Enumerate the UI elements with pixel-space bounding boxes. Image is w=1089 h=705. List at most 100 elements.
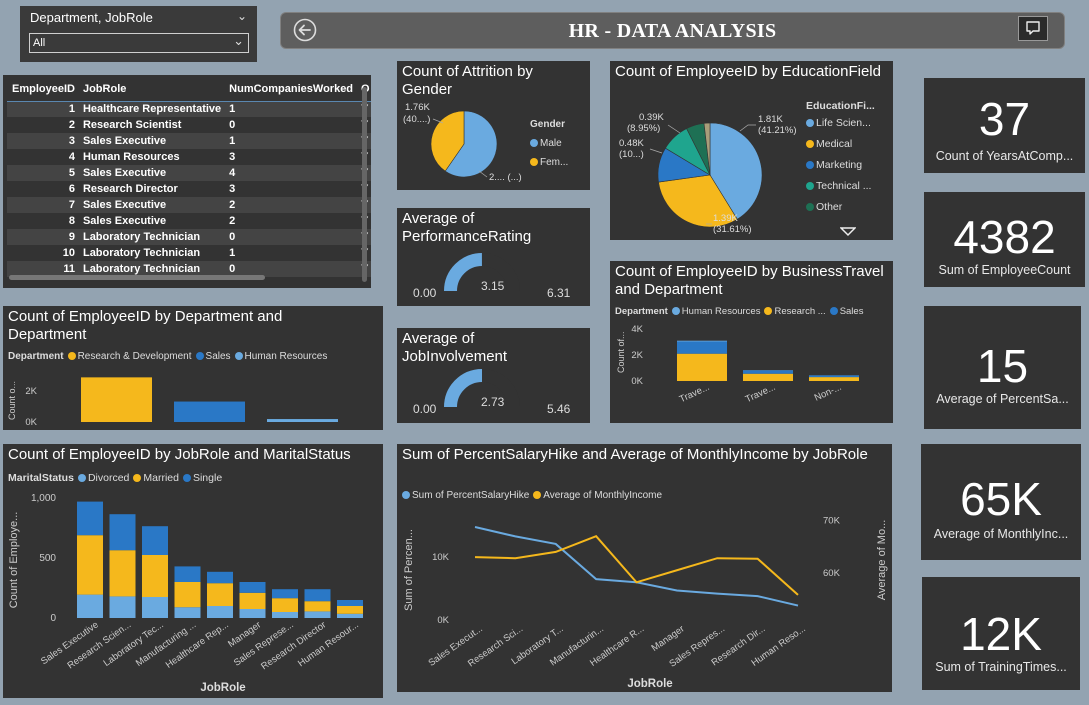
chevron-down-icon[interactable]: ⌄ bbox=[237, 9, 247, 23]
department-chart: 0K 2K Count o... bbox=[7, 377, 338, 428]
table-cell: 3 bbox=[229, 151, 236, 163]
column-header[interactable]: EmployeeID bbox=[7, 77, 79, 102]
legend-item-male[interactable]: Male bbox=[530, 134, 568, 153]
bar bbox=[174, 401, 245, 422]
legend-title: Gender bbox=[530, 119, 566, 130]
bar-segment bbox=[677, 353, 727, 381]
table-cell: Human Resources bbox=[82, 151, 180, 163]
slicer-value: All bbox=[33, 37, 46, 49]
table-cell: 1 bbox=[7, 101, 79, 117]
legend-item-technical[interactable]: Technical ... bbox=[806, 176, 875, 197]
kpi-card-years-at-company: 37 Count of YearsAtComp... bbox=[924, 78, 1085, 173]
department-jobrole-slicer[interactable]: Department, JobRole ⌄ All ⌄ bbox=[20, 6, 257, 62]
legend-item-other[interactable]: Other bbox=[806, 197, 875, 218]
leader-line bbox=[649, 148, 663, 154]
table-cell: Healthcare Representative bbox=[78, 101, 226, 117]
data-label: (31.61%) bbox=[713, 224, 752, 235]
column-header[interactable]: JobRole bbox=[78, 77, 226, 102]
bar-segment bbox=[207, 583, 233, 606]
salary-income-panel: Sum of PercentSalaryHike and Average of … bbox=[397, 444, 892, 692]
table-row[interactable]: 10Laboratory Technician1Y bbox=[7, 245, 371, 261]
tick-label: Trave... bbox=[744, 382, 778, 405]
kpi-label: Sum of EmployeeCount bbox=[938, 263, 1071, 277]
kpi-card-percent-salary-hike: 15 Average of PercentSa... bbox=[924, 306, 1081, 429]
header-bar: HR - DATA ANALYSIS bbox=[280, 12, 1065, 49]
bar-segment bbox=[272, 598, 298, 612]
bar-segment bbox=[809, 377, 859, 381]
table-row[interactable]: 2Research Scientist0Y bbox=[7, 117, 371, 133]
slicer-dropdown[interactable]: All ⌄ bbox=[29, 33, 249, 53]
table-row[interactable]: 4Human Resources3Y bbox=[7, 149, 371, 165]
gauge-fill bbox=[444, 253, 483, 292]
bar-segment bbox=[743, 370, 793, 374]
legend-item-female[interactable]: Fem... bbox=[530, 153, 568, 172]
vertical-scrollbar[interactable] bbox=[362, 87, 367, 282]
legend: Gender Male Fem... bbox=[530, 115, 568, 172]
gauge-min-label: 0.00 bbox=[413, 286, 437, 300]
bar-segment bbox=[239, 582, 266, 593]
tick-label: 500 bbox=[39, 553, 56, 564]
legend-item-marketing[interactable]: Marketing bbox=[806, 155, 875, 176]
bar-segment bbox=[239, 609, 266, 618]
tick-label: Non-... bbox=[813, 382, 843, 404]
table-cell: Laboratory Technician bbox=[82, 247, 201, 259]
gauge-value-label: 2.73 bbox=[481, 395, 505, 409]
table-cell: 4 bbox=[68, 151, 75, 163]
bar-segment bbox=[77, 535, 103, 595]
bar-segment bbox=[304, 611, 331, 618]
table-row[interactable]: 3Sales Executive1Y bbox=[7, 133, 371, 149]
table-cell: 2 bbox=[229, 215, 236, 227]
bar-segment bbox=[337, 613, 363, 618]
legend-item-medical[interactable]: Medical bbox=[806, 134, 875, 155]
page-title: HR - DATA ANALYSIS bbox=[568, 20, 777, 42]
table-row[interactable]: 9Laboratory Technician0Y bbox=[7, 229, 371, 245]
bar-segment bbox=[77, 594, 103, 618]
bar-segment bbox=[272, 612, 298, 618]
table-cell: Sales Executive bbox=[78, 197, 226, 213]
horizontal-scrollbar[interactable] bbox=[9, 275, 265, 280]
legend-scroll-down-icon[interactable] bbox=[839, 224, 857, 240]
job-involvement-gauge: 0.00 2.73 5.46 bbox=[413, 369, 571, 416]
kpi-card-training-times: 12K Sum of TrainingTimes... bbox=[922, 577, 1080, 690]
business-travel-chart: 0K 2K 4K Count of... Trave... Trave... Non-... bbox=[616, 324, 859, 405]
gauge-min-label: 0.00 bbox=[413, 402, 437, 416]
column-header[interactable]: NumCompaniesWorked bbox=[225, 77, 358, 102]
tick-label: 0K bbox=[437, 615, 449, 626]
legend-item-life-sciences[interactable]: Life Scien... bbox=[806, 113, 875, 134]
tick-label: 0 bbox=[50, 613, 56, 624]
kpi-label: Sum of TrainingTimes... bbox=[935, 660, 1067, 674]
table-row[interactable]: 7Sales Executive2Y bbox=[7, 197, 371, 213]
bar-segment bbox=[207, 571, 233, 584]
kpi-card-employee-count: 4382 Sum of EmployeeCount bbox=[924, 192, 1085, 287]
kpi-value: 12K bbox=[960, 608, 1042, 660]
bar-segment bbox=[207, 606, 233, 618]
table-cell: 4 bbox=[225, 165, 358, 181]
table-cell: Sales Executive bbox=[78, 133, 226, 149]
kpi-value: 37 bbox=[978, 93, 1031, 145]
table-row[interactable]: 1Healthcare Representative1Y bbox=[7, 101, 371, 117]
table-cell: Research Director bbox=[82, 183, 178, 195]
data-label: (40....) bbox=[403, 114, 430, 125]
kpi-value: 4382 bbox=[953, 211, 1056, 263]
bar bbox=[81, 377, 152, 422]
data-label: (8.95%) bbox=[627, 123, 660, 134]
bar-segment bbox=[109, 550, 136, 597]
kpi-label: Average of MonthlyInc... bbox=[933, 527, 1069, 541]
table-cell: Laboratory Technician bbox=[78, 229, 226, 245]
performance-rating-panel: Average of PerformanceRating 0.00 3.15 6.3… bbox=[397, 208, 590, 306]
kpi-value: 65K bbox=[960, 473, 1042, 525]
bar-segment bbox=[142, 526, 168, 555]
table-row[interactable]: 6Research Director3Y bbox=[7, 181, 371, 197]
tick-label: Human Resour... bbox=[296, 619, 361, 669]
table-row[interactable]: 8Sales Executive2Y bbox=[7, 213, 371, 229]
jobrole-marital-chart: 05001,000Count of Employe...Sales Execut… bbox=[8, 493, 363, 694]
tick-label: 0K bbox=[631, 376, 643, 387]
salary-income-chart: 0K 10K 60K 70K Sum of Percen... Average of Mo… bbox=[403, 515, 888, 690]
bar-segment bbox=[174, 607, 201, 618]
bar-segment bbox=[174, 566, 201, 582]
kpi-label: Count of YearsAtComp... bbox=[935, 149, 1074, 163]
job-involvement-panel: Average of JobInvolvement 0.00 2.73 5.46 bbox=[397, 328, 590, 423]
comment-icon[interactable] bbox=[1018, 16, 1048, 41]
table-row[interactable]: 5Sales Executive4Y bbox=[7, 165, 371, 181]
chevron-down-icon: ⌄ bbox=[233, 33, 244, 48]
